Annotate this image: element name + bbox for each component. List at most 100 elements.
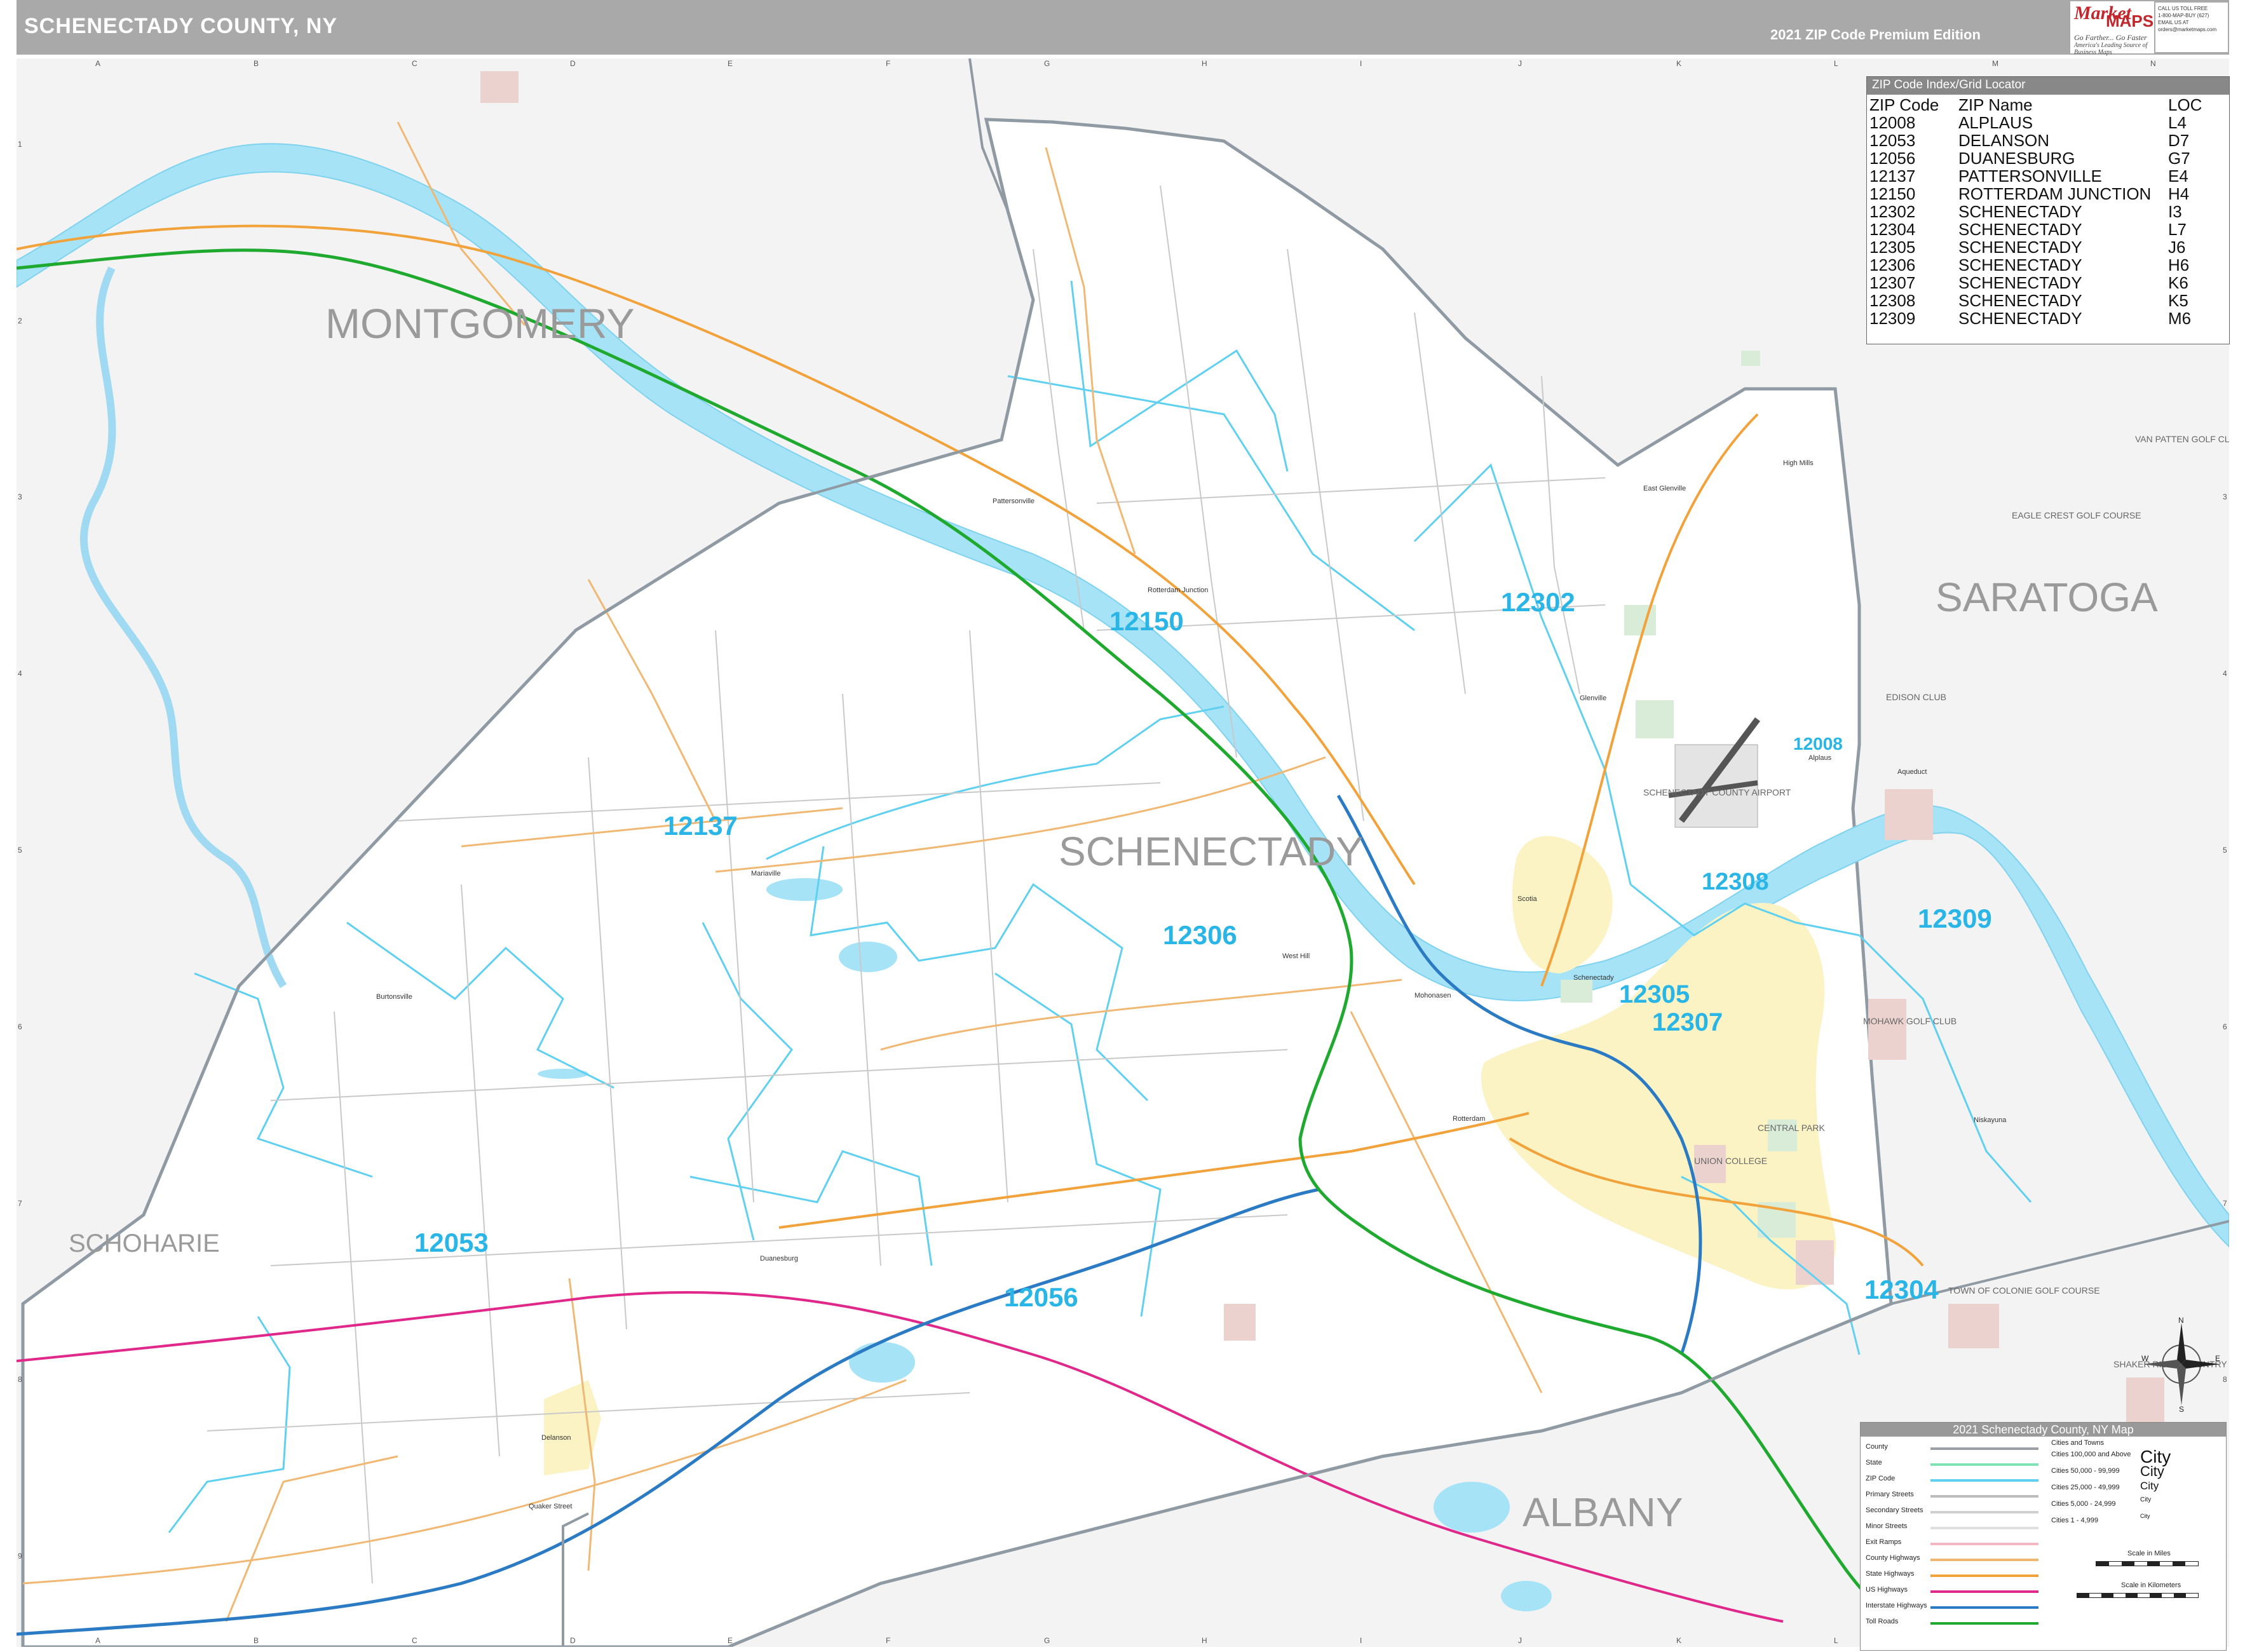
edition-label: 2021 ZIP Code Premium Edition bbox=[1770, 27, 1981, 43]
grid-column-label: M bbox=[1992, 59, 1998, 68]
legend-item-swatch bbox=[1930, 1543, 2038, 1545]
logo-tagline: Go Farther... Go Faster bbox=[2074, 33, 2147, 42]
place-rotterdam: Rotterdam bbox=[1453, 1115, 1485, 1123]
zip-index-row: 12304 SCHENECTADY L7 bbox=[1869, 220, 2208, 238]
zip-code-cell: 12137 bbox=[1869, 166, 1916, 186]
zip-index-header: ZIP Name bbox=[1958, 95, 2033, 114]
legend-city-label: Cities 1 - 4,999 bbox=[2051, 1517, 2098, 1524]
golf-label-eagle-crest: EAGLE CREST GOLF COURSE bbox=[2012, 510, 2141, 520]
legend-item-label: Exit Ramps bbox=[1866, 1538, 1902, 1546]
grid-row-label: 7 bbox=[2223, 1199, 2227, 1208]
zip-index-rows: 12008 ALPLAUS L4 12053 DELANSON D7 12056 DUANES… bbox=[1869, 114, 2208, 327]
golf-course bbox=[1868, 999, 1906, 1060]
county-label-albany: ALBANY bbox=[1523, 1489, 1683, 1535]
grid-column-label: H bbox=[1202, 1636, 1207, 1645]
place-east-glenville: East Glenville bbox=[1643, 485, 1686, 492]
legend-item-swatch bbox=[1930, 1479, 2038, 1482]
legend-item-swatch bbox=[1930, 1606, 2038, 1609]
zip-loc-cell: L4 bbox=[2168, 113, 2187, 132]
legend-city-label: Cities 5,000 - 24,999 bbox=[2051, 1500, 2116, 1508]
grid-column-label: A bbox=[95, 59, 100, 68]
grid-row-label: 6 bbox=[2223, 1022, 2227, 1031]
legend-item-label: Minor Streets bbox=[1866, 1522, 1908, 1530]
legend-item-swatch bbox=[1930, 1559, 2038, 1561]
zip-label-12306: 12306 bbox=[1163, 920, 1237, 950]
market-maps-logo: Market MAPS Go Farther... Go Faster Amer… bbox=[2070, 1, 2154, 56]
zip-name-cell: ALPLAUS bbox=[1958, 113, 2033, 132]
place-glenville: Glenville bbox=[1580, 694, 1606, 702]
map-header: SCHENECTADY COUNTY, NY 2021 ZIP Code Pre… bbox=[17, 0, 2229, 55]
logo-maps: MAPS bbox=[2106, 11, 2154, 30]
grid-column-ticks: A bbox=[87, 50, 92, 59]
zip-label-12008: 12008 bbox=[1793, 734, 1843, 754]
grid-row-label: 8 bbox=[2223, 1375, 2227, 1384]
contact-line: EMAIL US AT bbox=[2158, 20, 2189, 25]
zip-code-cell: 12308 bbox=[1869, 291, 1916, 310]
legend-city-symbol: City bbox=[2140, 1496, 2152, 1503]
legend-city-symbol: City bbox=[2140, 1513, 2150, 1519]
place-pattersonville: Pattersonville bbox=[993, 498, 1034, 505]
scale-km-label: Scale in Kilometers bbox=[2121, 1581, 2181, 1589]
grid-column-label: H bbox=[1202, 59, 1207, 68]
place-west-hill: West Hill bbox=[1282, 952, 1310, 960]
zip-code-cell: 12306 bbox=[1869, 255, 1916, 274]
scale-bar-km bbox=[2077, 1593, 2199, 1598]
compass-w: W bbox=[2141, 1354, 2149, 1363]
central-park-label: CENTRAL PARK bbox=[1758, 1123, 1825, 1133]
legend-cities-header: Cities and Towns bbox=[2051, 1439, 2104, 1447]
grid-column-label: D bbox=[570, 1636, 576, 1645]
grid-column-label: C bbox=[412, 1636, 417, 1645]
grid-row-label: 4 bbox=[2223, 669, 2227, 678]
county-label-schoharie: SCHOHARIE bbox=[69, 1229, 220, 1257]
scale-miles-label: Scale in Miles bbox=[2127, 1550, 2171, 1557]
zip-name-cell: SCHENECTADY bbox=[1958, 202, 2082, 221]
town-of-colonie-golf bbox=[1948, 1304, 1999, 1348]
grid-column-label: G bbox=[1044, 59, 1050, 68]
place-duanesburg: Duanesburg bbox=[760, 1255, 798, 1263]
place-high-mills: High Mills bbox=[1783, 459, 1814, 467]
zip-label-12304: 12304 bbox=[1864, 1275, 1939, 1304]
lake bbox=[839, 942, 897, 972]
legend-item-label: US Highways bbox=[1866, 1586, 1908, 1594]
grid-column-label: L bbox=[1834, 59, 1838, 68]
zip-code-cell: 12008 bbox=[1869, 113, 1916, 132]
mohawk-golf-label: MOHAWK GOLF CLUB bbox=[1863, 1016, 1957, 1026]
zip-index-row: 12305 SCHENECTADY J6 bbox=[1869, 238, 2208, 256]
grid-row-label: 5 bbox=[2223, 846, 2227, 855]
park bbox=[1624, 605, 1656, 635]
zip-code-cell: 12302 bbox=[1869, 202, 1916, 221]
legend-item-swatch bbox=[1930, 1622, 2038, 1625]
zip-label-12056: 12056 bbox=[1004, 1282, 1078, 1312]
zip-label-12150: 12150 bbox=[1109, 606, 1184, 636]
legend-city-label: Cities 25,000 - 49,999 bbox=[2051, 1484, 2120, 1491]
grid-column-label: F bbox=[886, 1636, 890, 1645]
legend-item-label: ZIP Code bbox=[1866, 1475, 1896, 1482]
compass-n: N bbox=[2178, 1317, 2184, 1325]
zip-label-12302: 12302 bbox=[1501, 587, 1575, 617]
legend-item-label: Secondary Streets bbox=[1866, 1506, 1923, 1514]
mariaville-lake bbox=[766, 878, 843, 901]
zip-index-row: 12309 SCHENECTADY M6 bbox=[1869, 309, 2208, 327]
watervliet-reservoir bbox=[1434, 1482, 1510, 1533]
legend-item-label: County Highways bbox=[1866, 1554, 1920, 1562]
lake bbox=[1501, 1581, 1552, 1611]
zip-index-row: 12150 ROTTERDAM JUNCTION H4 bbox=[1869, 185, 2208, 203]
zip-name-cell: SCHENECTADY bbox=[1958, 255, 2082, 274]
golf-course bbox=[1224, 1304, 1256, 1341]
golf-label-colonie: TOWN OF COLONIE GOLF COURSE bbox=[1948, 1285, 2100, 1296]
legend-item-label: Interstate Highways bbox=[1866, 1602, 1927, 1609]
zip-label-12309: 12309 bbox=[1918, 904, 1992, 933]
zip-code-cell: 12053 bbox=[1869, 131, 1916, 150]
zip-loc-cell: H6 bbox=[2168, 255, 2190, 274]
grid-column-label: E bbox=[728, 59, 733, 68]
zip-loc-cell: G7 bbox=[2168, 149, 2190, 168]
zip-name-cell: SCHENECTADY bbox=[1958, 273, 2082, 292]
zip-loc-cell: H4 bbox=[2168, 184, 2190, 203]
grid-column-label: I bbox=[1360, 59, 1362, 68]
zip-index-row: 12008 ALPLAUS L4 bbox=[1869, 114, 2208, 132]
zip-index-row: 12056 DUANESBURG G7 bbox=[1869, 149, 2208, 167]
legend-city-label: Cities 50,000 - 99,999 bbox=[2051, 1467, 2120, 1475]
zip-label-12137: 12137 bbox=[663, 811, 738, 841]
zip-code-cell: 12305 bbox=[1869, 238, 1916, 257]
grid-row-label: 5 bbox=[18, 846, 22, 855]
